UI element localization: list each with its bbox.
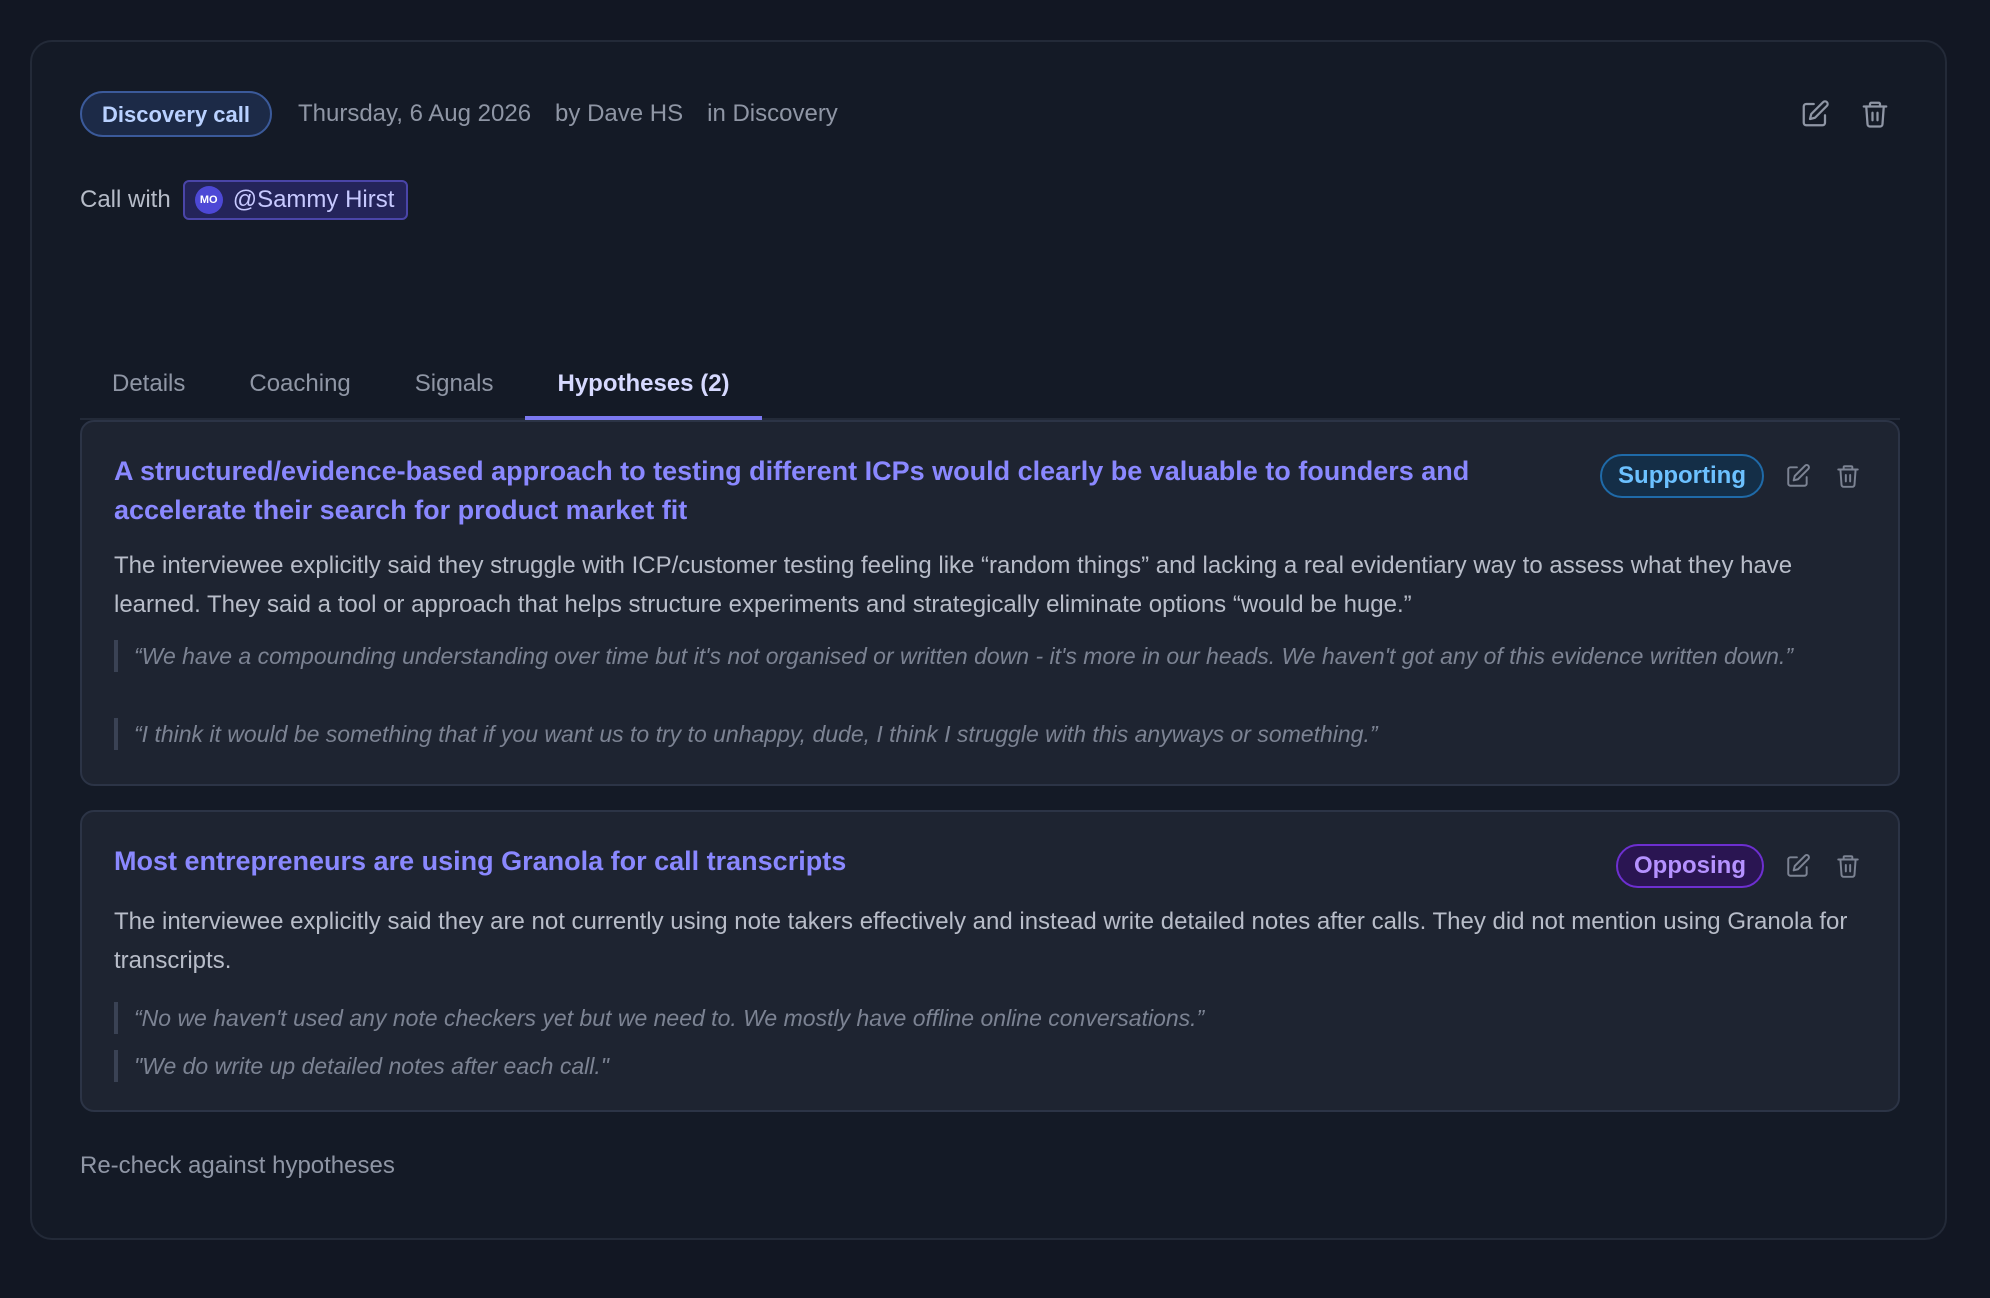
call-author: by Dave HS [555, 100, 684, 127]
call-stage: in Discovery [707, 100, 838, 127]
edit-call-button[interactable] [1799, 98, 1831, 130]
delete-hypothesis-button[interactable] [1832, 850, 1864, 882]
evidence-quote: “No we haven't used any note checkers ye… [114, 1002, 1854, 1034]
hypothesis-card: A structured/evidence-based approach to … [80, 420, 1900, 786]
trash-icon [1837, 465, 1859, 488]
hypothesis-title[interactable]: Most entrepreneurs are using Granola for… [114, 842, 1514, 881]
tab-signals[interactable]: Signals [383, 342, 526, 418]
evidence-quote: “We have a compounding understanding ove… [114, 640, 1854, 672]
tab-details[interactable]: Details [80, 342, 217, 418]
call-actions [1799, 98, 1891, 130]
call-meta-row: Discovery call Thursday, 6 Aug 2026 by D… [80, 90, 838, 138]
hypothesis-actions: Supporting [1600, 454, 1864, 498]
person-chip[interactable]: MO @Sammy Hirst [182, 180, 409, 220]
call-detail-card: Discovery call Thursday, 6 Aug 2026 by D… [30, 40, 1947, 1240]
person-name: @Sammy Hirst [232, 186, 395, 213]
edit-icon [1787, 464, 1810, 487]
stance-badge[interactable]: Supporting [1600, 454, 1764, 498]
call-with-label: Call with [80, 186, 171, 213]
call-with-row: Call with MO @Sammy Hirst [80, 180, 409, 220]
hypothesis-title[interactable]: A structured/evidence-based approach to … [114, 452, 1514, 530]
edit-hypothesis-button[interactable] [1782, 460, 1814, 492]
hypothesis-summary: The interviewee explicitly said they are… [114, 908, 1848, 974]
hypothesis-actions: Opposing [1616, 844, 1864, 888]
stance-badge[interactable]: Opposing [1616, 844, 1764, 888]
call-type-badge[interactable]: Discovery call [80, 91, 272, 137]
edit-hypothesis-button[interactable] [1782, 850, 1814, 882]
delete-call-button[interactable] [1859, 98, 1891, 130]
edit-icon [1787, 854, 1810, 877]
call-date: Thursday, 6 Aug 2026 [297, 100, 532, 127]
delete-hypothesis-button[interactable] [1832, 460, 1864, 492]
evidence-quote: “I think it would be something that if y… [114, 718, 1854, 750]
tab-hypotheses[interactable]: Hypotheses (2) [525, 342, 762, 420]
edit-icon [1802, 100, 1829, 127]
trash-icon [1862, 101, 1888, 128]
evidence-quote: "We do write up detailed notes after eac… [114, 1050, 1854, 1082]
tab-coaching[interactable]: Coaching [217, 342, 382, 418]
recheck-hypotheses-button[interactable]: Re-check against hypotheses [80, 1152, 395, 1180]
avatar: MO [194, 186, 223, 214]
trash-icon [1837, 855, 1859, 878]
tab-bar: Details Coaching Signals Hypotheses (2) [80, 342, 1900, 420]
hypothesis-card: Most entrepreneurs are using Granola for… [80, 810, 1900, 1112]
hypothesis-summary: The interviewee explicitly said they str… [114, 552, 1793, 618]
